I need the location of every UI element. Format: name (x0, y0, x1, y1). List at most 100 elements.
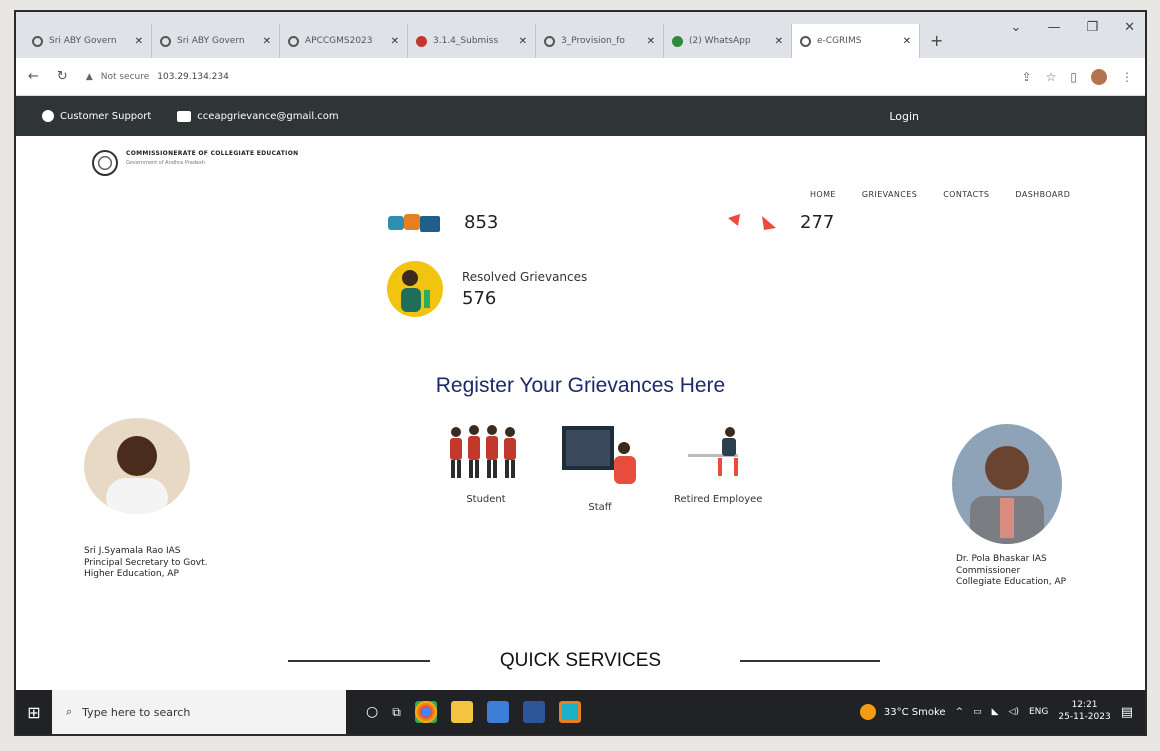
new-tab-button[interactable]: + (920, 31, 953, 58)
retired-employee-illustration-icon (688, 427, 739, 476)
browser-tab[interactable]: (2) WhatsApp ✕ (664, 24, 792, 58)
browser-tab[interactable]: Sri ABY Govern ✕ (152, 24, 280, 58)
site-logo[interactable]: COMMISSIONERATE OF COLLEGIATE EDUCATION … (92, 150, 298, 176)
role-student-label: Student (466, 494, 506, 505)
nav-grievances[interactable]: GRIEVANCES (862, 190, 917, 199)
nav-dashboard[interactable]: DASHBOARD (1015, 190, 1070, 199)
chevron-down-icon[interactable]: ⌄ (1011, 20, 1022, 35)
stat-total-value: 853 (464, 211, 499, 233)
role-staff[interactable]: Staff (560, 424, 640, 513)
profile-avatar[interactable] (1091, 68, 1107, 85)
globe-icon (288, 35, 299, 47)
globe-icon (160, 35, 171, 47)
address-bar: ← ↻ ▲ Not secure 103.29.134.234 ⇪ ☆ ▯ ⋮ (16, 58, 1145, 96)
word-icon[interactable] (522, 701, 545, 723)
portrait-right (952, 424, 1062, 544)
person-photo (106, 436, 168, 514)
right-caption: Dr. Pola Bhaskar IAS Commissioner Colleg… (956, 554, 1067, 588)
volume-icon[interactable]: ◁) (1009, 707, 1019, 717)
browser-tab-active[interactable]: e-CGRIMS ✕ (792, 24, 920, 58)
role-student[interactable]: Student (446, 424, 526, 513)
stat-total: 853 (386, 210, 498, 234)
close-icon[interactable]: ✕ (1124, 20, 1135, 35)
browser-tab[interactable]: 3.1.4_Submiss ✕ (408, 24, 536, 58)
taskbar-search[interactable]: ⌕ Type here to search (52, 690, 346, 734)
register-title: Register Your Grievances Here (435, 374, 726, 397)
customer-support[interactable]: Customer Support (42, 110, 151, 122)
windows-taskbar: ⊞ ⌕ Type here to search ○ ⧉ 33°C Smoke ^… (16, 690, 1145, 734)
tab-strip: Sri ABY Govern ✕ Sri ABY Govern ✕ APCCGMS2… (16, 12, 1145, 58)
reload-icon[interactable]: ↻ (57, 69, 68, 84)
mail-icon (177, 110, 192, 122)
stat-resolved-value: 576 (462, 287, 497, 309)
clock[interactable]: 12:21 25-11-2023 (1058, 700, 1110, 723)
battery-icon[interactable]: ▭ (973, 707, 982, 717)
nav-home[interactable]: HOME (810, 190, 836, 199)
stat-resolved-label: Resolved Grievances (462, 269, 588, 284)
url-field[interactable]: ▲ Not secure 103.29.134.234 (86, 72, 229, 82)
close-tab-icon[interactable]: ✕ (647, 36, 655, 47)
emblem-icon (92, 150, 118, 176)
menu-icon[interactable]: ⋮ (1121, 70, 1133, 84)
toolbar-icons: ⇪ ☆ ▯ ⋮ (1022, 68, 1133, 85)
back-icon[interactable]: ← (28, 69, 39, 84)
globe-icon (800, 35, 811, 47)
site-topbar: Customer Support cceapgrievance@gmail.co… (16, 96, 1145, 136)
students-illustration-icon (450, 425, 516, 478)
close-tab-icon[interactable]: ✕ (135, 36, 143, 47)
minimize-icon[interactable]: — (1047, 20, 1060, 35)
search-icon: ⌕ (66, 705, 73, 718)
weather-widget[interactable]: 33°C Smoke (859, 704, 946, 720)
taskbar-apps: ○ ⧉ (366, 701, 581, 723)
globe-icon (32, 35, 43, 47)
maximize-icon[interactable]: ❐ (1086, 20, 1098, 35)
login-link[interactable]: Login (889, 110, 919, 123)
warning-icon: ▲ (85, 71, 93, 82)
org-subtitle: Government of Andhra Pradesh (126, 160, 205, 166)
role-options: Student Staff Retired Employee (446, 424, 762, 513)
windows-start-icon[interactable]: ⊞ (16, 703, 52, 722)
quick-services-title: QUICK SERVICES (499, 650, 662, 671)
window-controls: ⌄ — ❐ ✕ (1011, 20, 1135, 35)
language-indicator[interactable]: ENG (1029, 707, 1048, 717)
browser-tab[interactable]: 3_Provision_fo ✕ (536, 24, 664, 58)
file-explorer-icon[interactable] (450, 701, 473, 723)
system-tray: 33°C Smoke ^ ▭ ◣ ◁) ENG 12:21 25-11-2023… (859, 700, 1145, 723)
role-retired-label: Retired Employee (674, 494, 763, 505)
close-tab-icon[interactable]: ✕ (263, 36, 271, 47)
nav-contacts[interactable]: CONTACTS (943, 190, 989, 199)
cortana-icon[interactable]: ○ (366, 704, 378, 720)
app-icon[interactable] (486, 701, 509, 723)
close-tab-icon[interactable]: ✕ (519, 36, 527, 47)
close-tab-icon[interactable]: ✕ (775, 36, 783, 47)
sidebar-icon[interactable]: ▯ (1070, 70, 1077, 84)
browser-window: Sri ABY Govern ✕ Sri ABY Govern ✕ APCCGMS2… (14, 10, 1147, 736)
close-tab-icon[interactable]: ✕ (391, 36, 399, 47)
weather-icon (859, 704, 876, 720)
support-email[interactable]: cceapgrievance@gmail.com (177, 110, 339, 122)
divider-line (740, 660, 880, 662)
close-tab-icon[interactable]: ✕ (903, 36, 911, 47)
browser-tab[interactable]: APCCGMS2023 ✕ (280, 24, 408, 58)
resolved-illustration-icon (387, 261, 443, 317)
notifications-icon[interactable]: ▤ (1121, 705, 1133, 720)
whatsapp-icon (672, 35, 683, 47)
pdf-icon (416, 35, 427, 47)
edge-icon[interactable] (558, 701, 581, 723)
browser-tab[interactable]: Sri ABY Govern ✕ (24, 24, 152, 58)
portrait-left (84, 418, 190, 514)
main-nav: HOME GRIEVANCES CONTACTS DASHBOARD (810, 190, 1070, 199)
person-photo (970, 446, 1044, 544)
stat-pending: 277 (722, 210, 834, 234)
share-icon[interactable]: ⇪ (1022, 70, 1032, 84)
stat-pending-value: 277 (800, 211, 835, 233)
network-icon[interactable]: ◣ (992, 707, 999, 717)
task-view-icon[interactable]: ⧉ (392, 705, 401, 720)
tray-chevron-icon[interactable]: ^ (956, 707, 964, 717)
role-staff-label: Staff (588, 502, 612, 513)
star-icon[interactable]: ☆ (1046, 70, 1057, 84)
chrome-icon[interactable] (414, 701, 437, 723)
role-retired-employee[interactable]: Retired Employee (674, 424, 762, 513)
staff-illustration-icon (562, 426, 636, 484)
org-title: COMMISSIONERATE OF COLLEGIATE EDUCATION (126, 150, 299, 157)
